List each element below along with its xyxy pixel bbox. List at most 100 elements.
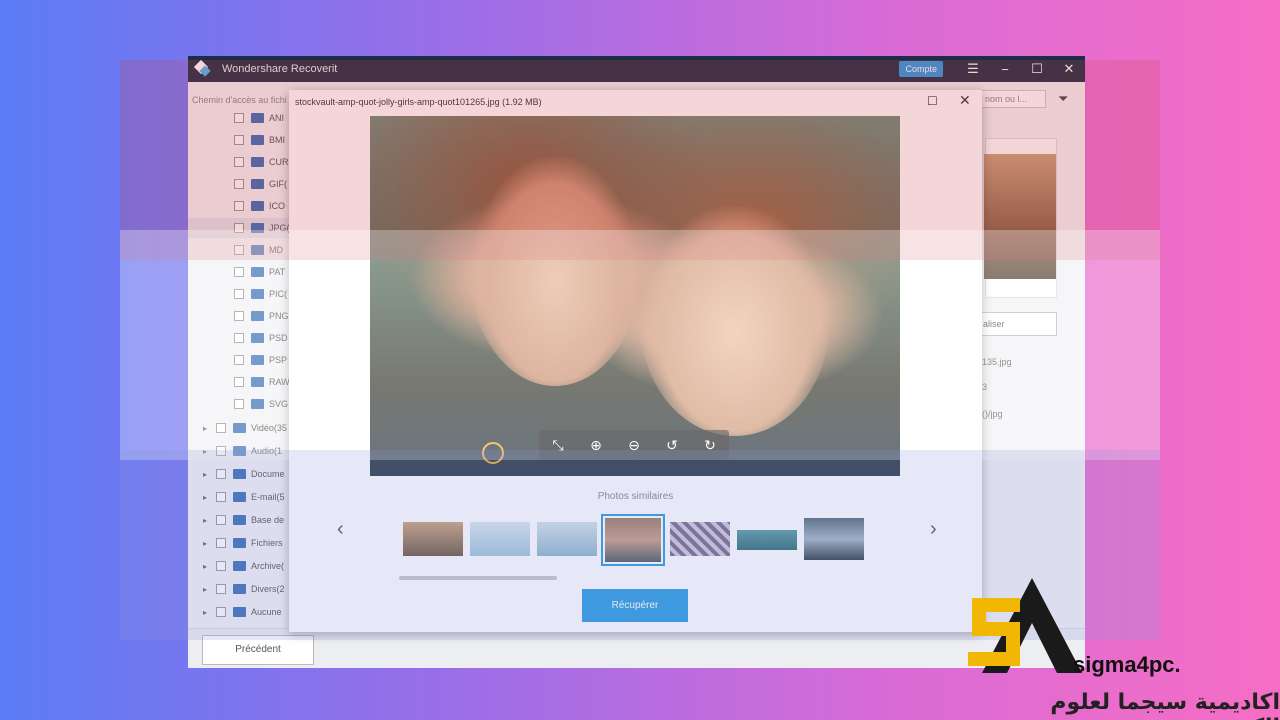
expand-arrow-icon[interactable]: ▸ xyxy=(200,608,210,617)
folder-icon xyxy=(251,201,264,211)
fit-icon[interactable]: ⤡ xyxy=(546,437,570,454)
folder-icon xyxy=(233,584,246,594)
expand-arrow-icon[interactable]: ▸ xyxy=(200,585,210,594)
checkbox[interactable] xyxy=(216,538,226,548)
tree-item[interactable]: PNG xyxy=(188,306,298,326)
minimize-icon[interactable]: − xyxy=(989,62,1021,77)
similar-thumbnail[interactable] xyxy=(737,530,797,550)
tree-item[interactable]: ANI xyxy=(188,108,298,128)
tree-category[interactable]: ▸ E-mail(5 xyxy=(188,487,298,507)
tree-item[interactable]: SVG xyxy=(188,394,298,414)
filter-icon[interactable]: ⏷ xyxy=(1058,91,1068,107)
recoverit-logo-icon xyxy=(194,60,212,78)
close-icon[interactable]: ✕ xyxy=(959,92,971,109)
checkbox[interactable] xyxy=(234,201,244,211)
checkbox[interactable] xyxy=(234,311,244,321)
checkbox[interactable] xyxy=(216,607,226,617)
account-button[interactable]: Compte xyxy=(899,61,943,77)
checkbox[interactable] xyxy=(216,515,226,525)
video-icon xyxy=(233,423,246,433)
expand-arrow-icon[interactable]: ▸ xyxy=(200,447,210,456)
archive-icon xyxy=(233,561,246,571)
watermark-site: sigma4pc. xyxy=(1073,652,1181,677)
tree-category[interactable]: ▸ Divers(2 xyxy=(188,579,298,599)
checkbox[interactable] xyxy=(216,561,226,571)
expand-arrow-icon[interactable]: ▸ xyxy=(200,562,210,571)
chevron-right-icon[interactable]: › xyxy=(930,518,937,541)
rotate-left-icon[interactable]: ↺ xyxy=(660,437,684,454)
document-icon xyxy=(233,469,246,479)
tree-item[interactable]: PIC( xyxy=(188,284,298,304)
similar-thumbnail[interactable] xyxy=(670,522,730,556)
tree-item[interactable]: ICO xyxy=(188,196,298,216)
folder-icon xyxy=(251,333,264,343)
checkbox[interactable] xyxy=(234,113,244,123)
checkbox[interactable] xyxy=(234,377,244,387)
checkbox[interactable] xyxy=(234,399,244,409)
watermark-arabic-text: اكاديمية سيجما لعلوم الكمبيوتر xyxy=(1050,690,1280,720)
expand-arrow-icon[interactable]: ▸ xyxy=(200,470,210,479)
zoom-in-icon[interactable]: ⊕ xyxy=(584,437,608,454)
checkbox[interactable] xyxy=(216,446,226,456)
expand-arrow-icon[interactable]: ▸ xyxy=(200,539,210,548)
tree-item-label: CUR xyxy=(269,157,289,167)
search-input[interactable]: nom ou l... xyxy=(980,90,1046,108)
menu-icon[interactable]: ☰ xyxy=(957,61,989,77)
maximize-icon[interactable]: ☐ xyxy=(927,94,938,108)
similar-thumbnail[interactable] xyxy=(537,522,597,556)
tree-item-label: PIC( xyxy=(269,289,287,299)
checkbox[interactable] xyxy=(234,157,244,167)
tree-item-label: ICO xyxy=(269,201,286,211)
checkbox[interactable] xyxy=(216,469,226,479)
tree-category[interactable]: ▸ Aucune xyxy=(188,602,298,622)
checkbox[interactable] xyxy=(234,223,244,233)
similar-thumbnail[interactable] xyxy=(470,522,530,556)
checkbox[interactable] xyxy=(234,289,244,299)
tree-category[interactable]: ▸ Vidéo(35 xyxy=(188,418,298,438)
similar-thumbnail[interactable] xyxy=(403,522,463,556)
tree-item[interactable]: GIF( xyxy=(188,174,298,194)
expand-arrow-icon[interactable]: ▸ xyxy=(200,516,210,525)
similar-thumbnail-selected[interactable] xyxy=(601,514,665,566)
tree-item-label: RAW xyxy=(269,377,290,387)
tree-category[interactable]: ▸ Audio(1 xyxy=(188,441,298,461)
tree-item-label: SVG xyxy=(269,399,289,409)
checkbox[interactable] xyxy=(216,423,226,433)
checkbox[interactable] xyxy=(234,179,244,189)
tree-item[interactable]: PSD xyxy=(188,328,298,348)
tree-item[interactable]: CUR xyxy=(188,152,298,172)
tree-category[interactable]: ▸ Base de xyxy=(188,510,298,530)
rotate-right-icon[interactable]: ↻ xyxy=(698,437,722,454)
tree-item[interactable]: PSP xyxy=(188,350,298,370)
tree-item[interactable]: PAT xyxy=(188,262,298,282)
maximize-icon[interactable]: ☐ xyxy=(1021,61,1053,77)
checkbox[interactable] xyxy=(234,333,244,343)
tree-category[interactable]: ▸ Docume xyxy=(188,464,298,484)
checkbox[interactable] xyxy=(234,245,244,255)
photo-face xyxy=(640,206,830,436)
recover-button[interactable]: Récupérer xyxy=(582,589,688,622)
checkbox[interactable] xyxy=(234,267,244,277)
checkbox[interactable] xyxy=(216,584,226,594)
chevron-left-icon[interactable]: ‹ xyxy=(337,518,344,541)
tree-item[interactable]: MD xyxy=(188,240,298,260)
similar-thumbnail[interactable] xyxy=(804,518,864,560)
checkbox[interactable] xyxy=(216,492,226,502)
tree-category[interactable]: ▸ Archive( xyxy=(188,556,298,576)
tree-category[interactable]: ▸ Fichiers xyxy=(188,533,298,553)
folder-icon xyxy=(251,245,264,255)
close-icon[interactable]: ✕ xyxy=(1053,61,1085,77)
thumbnail-scrollbar[interactable] xyxy=(399,576,557,580)
file-info-name: 135.jpg xyxy=(982,357,1012,367)
tree-item[interactable]: RAW xyxy=(188,372,298,392)
tree-item[interactable]: BMI xyxy=(188,130,298,150)
tree-item-selected[interactable]: JPG( xyxy=(188,218,298,238)
checkbox[interactable] xyxy=(234,355,244,365)
expand-arrow-icon[interactable]: ▸ xyxy=(200,424,210,433)
previous-button[interactable]: Précédent xyxy=(202,635,314,665)
expand-arrow-icon[interactable]: ▸ xyxy=(200,493,210,502)
tree-item-label: PNG xyxy=(269,311,289,321)
file-info-path: ()/jpg xyxy=(982,409,1003,419)
checkbox[interactable] xyxy=(234,135,244,145)
zoom-out-icon[interactable]: ⊖ xyxy=(622,437,646,454)
